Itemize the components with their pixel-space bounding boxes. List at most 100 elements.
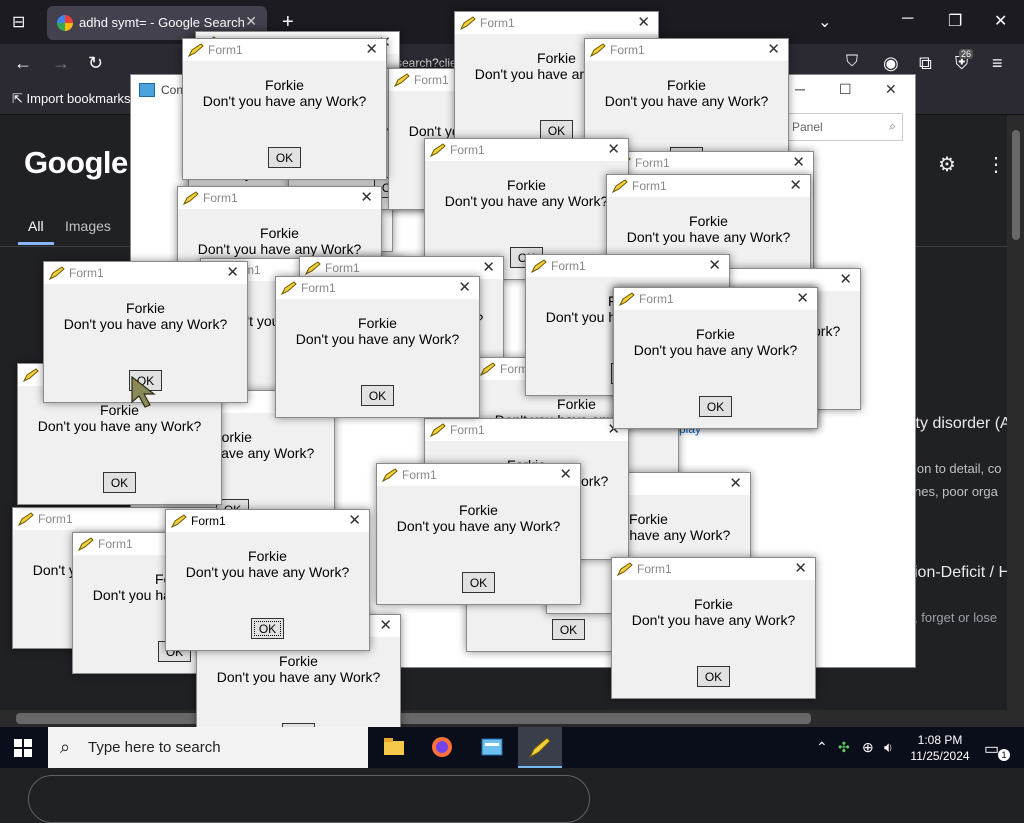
dialog-name: Forkie [265, 77, 304, 93]
close-icon[interactable]: ✕ [767, 40, 780, 58]
ok-button[interactable]: OK [697, 666, 730, 687]
ok-button[interactable]: OK [103, 472, 136, 493]
form1-dialog[interactable]: Form1 ✕ ForkieDon't you have any Work? OK [275, 276, 480, 418]
dialog-titlebar[interactable]: Form1 ✕ [607, 175, 810, 197]
file-explorer-icon[interactable] [372, 727, 416, 768]
dialog-message: Don't you have any Work? [631, 612, 796, 628]
ok-button[interactable]: OK [699, 396, 732, 417]
dialog-titlebar[interactable]: Form1✕ [455, 12, 658, 34]
pencil-icon [78, 537, 94, 551]
dialog-titlebar[interactable]: Form1✕ [183, 39, 386, 61]
ok-button[interactable]: OK [552, 619, 585, 640]
restore-icon[interactable]: ❐ [948, 11, 962, 31]
dialog-message: Don't you have any Work? [63, 316, 228, 332]
dialog-titlebar[interactable]: Form1✕ [612, 558, 815, 580]
close-icon[interactable]: ✕ [708, 256, 721, 274]
forward-icon[interactable]: → [52, 53, 70, 74]
close-icon[interactable]: ✕ [365, 40, 378, 58]
minimize-icon[interactable]: ─ [795, 81, 805, 97]
close-icon[interactable]: ✕ [348, 511, 361, 529]
app-tray-icon[interactable]: ✣ [838, 739, 850, 756]
close-icon[interactable]: ✕ [796, 289, 809, 307]
chevron-up-icon[interactable]: ⌃ [816, 739, 828, 756]
dialog-titlebar[interactable]: Form1✕ [610, 152, 813, 174]
tab-images[interactable]: Images [65, 218, 111, 234]
dialog-titlebar[interactable]: Form1✕ [585, 39, 788, 61]
notification-icon[interactable]: ▭ [984, 739, 999, 759]
firefox-icon[interactable] [420, 727, 464, 768]
close-icon[interactable]: ✕ [794, 559, 807, 577]
close-icon[interactable]: ✕ [482, 258, 495, 276]
dialog-title: Form1 [632, 179, 667, 193]
ok-button[interactable]: OK [268, 147, 301, 168]
scrollbar-thumb[interactable] [16, 713, 811, 724]
dialog-titlebar[interactable]: Form1✕ [178, 187, 381, 209]
dialog-message: Don't you have any Work? [295, 331, 460, 347]
control-panel-taskbar-icon[interactable] [470, 727, 514, 768]
extensions-icon[interactable]: ⧉ [919, 53, 932, 74]
dialog-titlebar[interactable]: Form1✕ [526, 255, 729, 277]
ok-button[interactable]: OK [251, 618, 284, 639]
dialog-titlebar[interactable]: Form1✕ [377, 464, 580, 486]
form1-taskbar-icon[interactable] [518, 727, 562, 768]
close-tab-icon[interactable]: ✕ [245, 13, 257, 30]
ok-button[interactable]: OK [462, 572, 495, 593]
tab-all[interactable]: All [18, 218, 53, 245]
dialog-name: Forkie [260, 225, 299, 241]
import-bookmarks-link[interactable]: ⇱ Import bookmarks… [12, 91, 144, 107]
form1-dialog[interactable]: Form1 ✕ ForkieDon't you have any Work? OK [611, 557, 816, 699]
form1-dialog[interactable]: Form1 ✕ ForkieDon't you have any Work? OK [613, 287, 818, 429]
control-panel-search[interactable]: Panel ⌕ [785, 113, 903, 141]
close-icon[interactable]: ✕ [885, 81, 897, 98]
dialog-message: Don't you have any Work? [633, 342, 798, 358]
close-window-icon[interactable]: ✕ [994, 11, 1007, 31]
close-icon[interactable]: ✕ [839, 270, 852, 288]
form1-dialog[interactable]: Form1 ✕ ForkieDon't you have any Work? OK [376, 463, 581, 605]
close-icon[interactable]: ✕ [607, 140, 620, 158]
tab-title: adhd symt= - Google Search [79, 15, 245, 30]
clock[interactable]: 1:08 PM 11/25/2024 [906, 732, 974, 764]
close-icon[interactable]: ✕ [379, 616, 392, 634]
close-icon[interactable]: ✕ [637, 13, 650, 31]
close-icon[interactable]: ✕ [559, 465, 572, 483]
account-icon[interactable]: ◉ [883, 53, 899, 74]
pocket-icon[interactable]: ⛉ [846, 53, 858, 71]
dialog-titlebar[interactable]: Form1✕ [614, 288, 817, 310]
scrollbar-thumb[interactable] [1012, 130, 1020, 240]
close-icon[interactable]: ✕ [789, 176, 802, 194]
close-icon[interactable]: ✕ [729, 474, 742, 492]
dialog-titlebar[interactable]: Form1✕ [276, 277, 479, 299]
taskbar-search[interactable]: ⌕ Type here to search [48, 727, 368, 768]
reload-icon[interactable]: ↻ [88, 53, 103, 74]
volume-icon[interactable]: 🔉︎ [884, 739, 893, 756]
ok-button[interactable]: OK [361, 385, 394, 406]
chevron-down-icon[interactable]: ⌄ [818, 12, 831, 32]
form1-dialog-active[interactable]: Form1 ✕ Forkie Don't you have any Work? OK [165, 509, 370, 651]
settings-gear-icon[interactable]: ⚙ [938, 152, 956, 177]
close-icon[interactable]: ✕ [792, 153, 805, 171]
back-icon[interactable]: ← [14, 53, 32, 74]
dialog-name: Forkie [507, 177, 546, 193]
tab-list-icon[interactable]: ⊟ [12, 12, 25, 32]
dialog-message: Don't you have any Work? [626, 229, 791, 245]
maximize-icon[interactable]: ☐ [839, 81, 852, 98]
close-icon[interactable]: ✕ [360, 188, 373, 206]
dialog-titlebar[interactable]: Form1✕ [425, 139, 628, 161]
dialog-titlebar[interactable]: Form1✕ [166, 510, 369, 532]
dialog-title: Form1 [69, 266, 104, 280]
result-snippet: ion-Deficit / H [914, 564, 1011, 581]
search-box-outline[interactable] [28, 775, 590, 823]
dialog-message: Don't you have any Work? [444, 193, 609, 209]
menu-icon[interactable]: ≡ [992, 53, 1003, 74]
dialog-titlebar[interactable]: Form1✕ [425, 419, 628, 441]
network-icon[interactable]: ⊕ [862, 739, 874, 756]
close-icon[interactable]: ✕ [226, 263, 239, 281]
google-logo[interactable]: Google [24, 145, 128, 181]
minimize-icon[interactable]: ─ [902, 10, 913, 28]
close-icon[interactable]: ✕ [458, 278, 471, 296]
dialog-titlebar[interactable]: Form1 ✕ [44, 262, 247, 284]
vertical-scrollbar[interactable] [1007, 115, 1024, 727]
horizontal-scrollbar[interactable] [0, 710, 1007, 727]
windows-start-icon[interactable] [14, 739, 32, 757]
form1-dialog[interactable]: Form1 ✕ ForkieDon't you have any Work? OK [182, 38, 387, 180]
